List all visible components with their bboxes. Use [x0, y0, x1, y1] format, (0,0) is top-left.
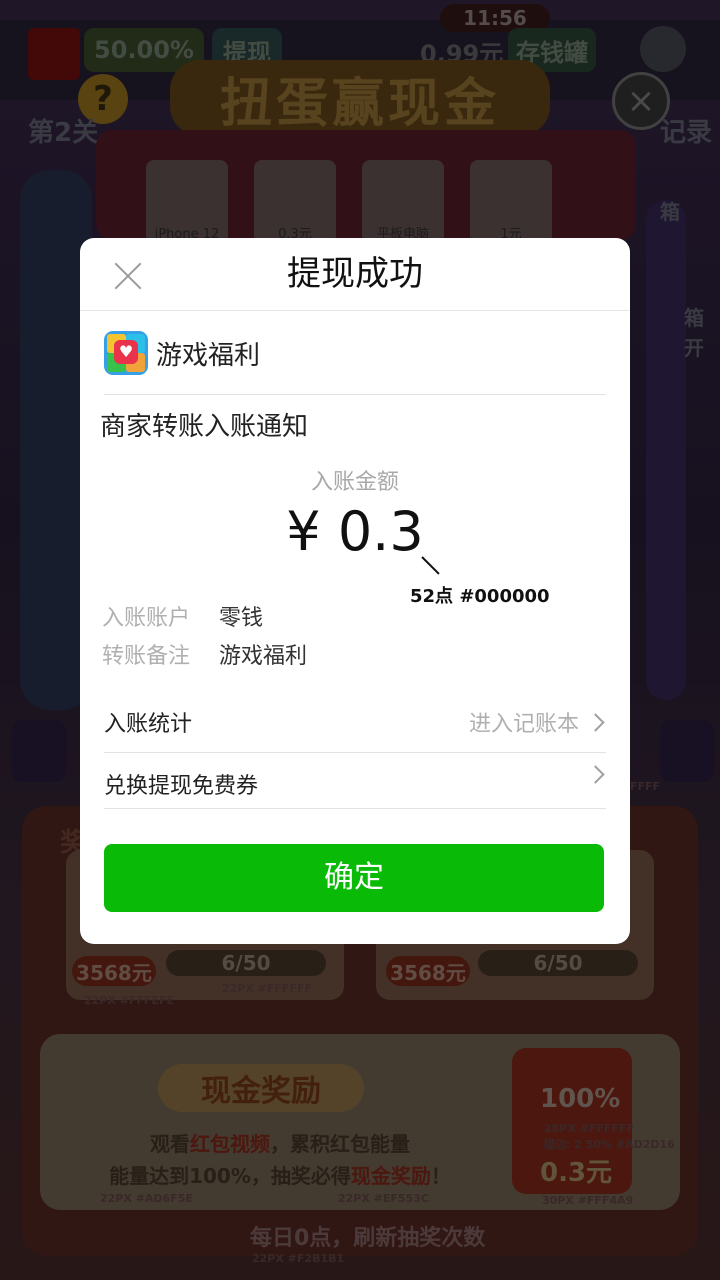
dialog-header: 提现成功 — [80, 238, 630, 311]
account-value: 零钱 — [219, 606, 264, 631]
remark-key: 转账备注 — [102, 644, 191, 669]
coupon-row[interactable]: 兑换提现免费券 — [104, 752, 606, 812]
close-icon[interactable] — [108, 256, 148, 296]
merchant-name: 游戏福利 — [156, 340, 261, 371]
stats-label: 入账统计 — [104, 712, 193, 737]
coupon-label: 兑换提现免费券 — [104, 774, 259, 799]
notice-title: 商家转账入账通知 — [100, 412, 309, 442]
merchant-row: ♥ 游戏福利 — [104, 330, 260, 376]
divider — [104, 808, 606, 809]
account-row: 入账账户 零钱 — [102, 600, 263, 632]
withdraw-success-dialog: 提现成功 ♥ 游戏福利 商家转账入账通知 入账金额 ¥ 0.3 52点 #000… — [80, 238, 630, 944]
coupon-link[interactable] — [579, 765, 606, 784]
remark-value: 游戏福利 — [219, 644, 308, 669]
amount-label: 入账金额 — [310, 470, 399, 495]
ledger-link-label: 进入记账本 — [468, 712, 579, 737]
divider — [104, 394, 606, 395]
confirm-button[interactable]: 确定 — [104, 844, 604, 912]
remark-row: 转账备注 游戏福利 — [102, 638, 307, 670]
account-key: 入账账户 — [102, 606, 191, 631]
ledger-link[interactable]: 进入记账本 — [469, 706, 606, 738]
dialog-title: 提现成功 — [287, 254, 423, 294]
amount-annotation: 52点 #000000 — [410, 586, 550, 607]
amount-value: ¥ 0.3 — [286, 500, 424, 563]
chevron-right-icon — [586, 712, 605, 732]
chevron-right-icon — [586, 765, 605, 784]
app-icon: ♥ — [104, 331, 148, 375]
stats-row[interactable]: 入账统计 进入记账本 — [104, 690, 606, 750]
